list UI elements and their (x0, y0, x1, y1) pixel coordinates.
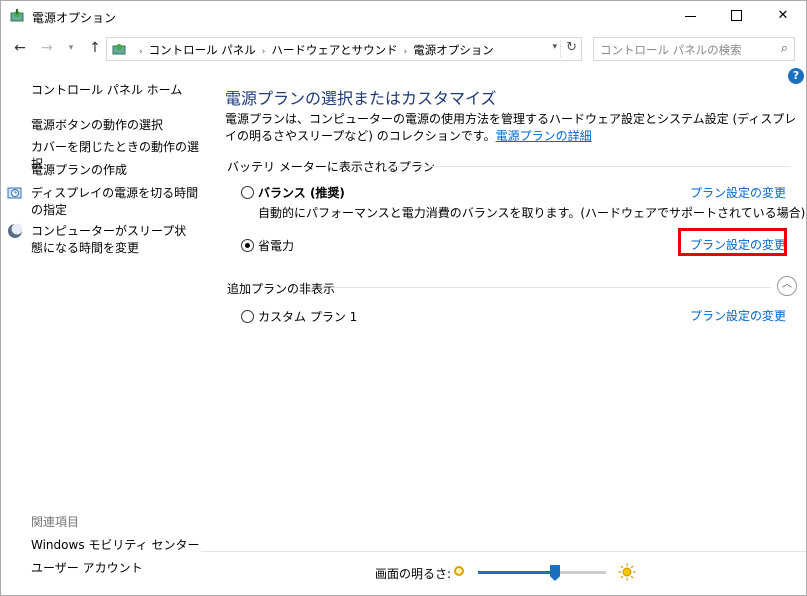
highlight-box (678, 228, 787, 256)
maximize-button[interactable] (714, 1, 760, 31)
slider-thumb[interactable] (550, 565, 560, 581)
sidebar: コントロール パネル ホーム 電源ボタンの動作の選択 カバーを閉じたときの動作の… (1, 63, 201, 595)
minimize-icon (685, 16, 696, 17)
address-dropdown-chevron-icon[interactable]: ▾ (552, 42, 557, 52)
display-clock-icon (7, 187, 22, 199)
sidebar-item-sleep-time[interactable]: コンピューターがスリープ状態になる時間を変更 (31, 223, 193, 257)
change-plan-link-custom-1[interactable]: プラン設定の変更 (690, 307, 786, 324)
close-icon: ✕ (777, 8, 789, 23)
radio-balanced[interactable] (241, 186, 254, 199)
sidebar-item-create-plan[interactable]: 電源プランの作成 (31, 162, 127, 179)
plan-balanced[interactable]: バランス (推奨) (241, 184, 345, 201)
search-input[interactable]: コントロール パネルの検索 ⌕ (593, 37, 795, 61)
power-options-icon (10, 9, 24, 22)
plan-name: カスタム プラン 1 (258, 310, 358, 324)
plan-description: 自動的にパフォーマンスと電力消費のバランスを取ります。(ハードウェアでサポートさ… (258, 206, 806, 220)
plan-power-saver[interactable]: 省電力 (241, 237, 294, 254)
search-placeholder: コントロール パネルの検索 (600, 43, 742, 57)
main-content: 電源プランの選択またはカスタマイズ 電源プランは、コンピューターの電源の使用方法… (201, 63, 806, 595)
sidebar-item-display-off[interactable]: ディスプレイの電源を切る時間の指定 (31, 185, 201, 219)
recent-locations-chevron-icon[interactable]: ▾ (61, 38, 81, 58)
collapse-chevron-up-icon[interactable]: ︿ (777, 276, 797, 296)
plan-name: 省電力 (258, 239, 295, 253)
dim-brightness-icon (454, 566, 464, 576)
forward-arrow-icon[interactable]: → (37, 38, 57, 58)
breadcrumb-separator-icon[interactable]: › (404, 47, 408, 57)
power-options-icon (112, 44, 126, 55)
breadcrumb: › コントロール パネル › ハードウェアとサウンド › 電源オプション (133, 42, 494, 58)
group-divider (391, 166, 791, 167)
search-icon[interactable]: ⌕ (781, 41, 788, 56)
page-description: 電源プランは、コンピューターの電源の使用方法を管理するハードウェア設定とシステム… (225, 111, 800, 145)
brightness-slider[interactable] (478, 565, 606, 581)
slider-fill (478, 571, 555, 574)
plan-details-link[interactable]: 電源プランの詳細 (496, 129, 592, 143)
refresh-icon[interactable]: ↻ (566, 40, 577, 55)
bright-sun-icon (618, 563, 636, 581)
plan-custom-1[interactable]: カスタム プラン 1 (241, 308, 357, 325)
title-bar: 電源オプション ✕ (1, 1, 806, 31)
breadcrumb-separator-icon[interactable]: › (262, 47, 266, 57)
address-divider (560, 40, 561, 58)
breadcrumb-item[interactable]: コントロール パネル (149, 43, 256, 57)
back-arrow-icon[interactable]: ← (10, 38, 30, 58)
hidden-plans-header: 追加プランの非表示 (227, 282, 336, 296)
breadcrumb-item[interactable]: 電源オプション (413, 43, 494, 57)
address-bar[interactable]: › コントロール パネル › ハードウェアとサウンド › 電源オプション ▾ ↻ (106, 37, 582, 61)
maximize-icon (731, 10, 742, 21)
sidebar-home-link[interactable]: コントロール パネル ホーム (31, 82, 182, 99)
sleep-moon-icon (8, 223, 23, 238)
group-divider (331, 287, 771, 288)
up-arrow-icon[interactable]: ↑ (85, 38, 105, 58)
minimize-button[interactable] (668, 1, 714, 31)
breadcrumb-item[interactable]: ハードウェアとサウンド (271, 43, 397, 57)
brightness-label: 画面の明るさ: (375, 567, 452, 581)
sidebar-item-power-button[interactable]: 電源ボタンの動作の選択 (31, 117, 163, 134)
breadcrumb-separator-icon: › (139, 47, 143, 57)
plan-name: バランス (推奨) (258, 186, 345, 200)
window-title: 電源オプション (32, 11, 117, 25)
related-header: 関連項目 (31, 515, 80, 529)
related-link-mobility-center[interactable]: Windows モビリティ センター (31, 537, 199, 554)
page-title: 電源プランの選択またはカスタマイズ (225, 89, 497, 108)
power-options-window: 電源オプション ✕ ← → ▾ ↑ › コントロール パネル › ハードウェアとサウン… (0, 0, 807, 596)
change-plan-link-balanced[interactable]: プラン設定の変更 (690, 184, 786, 201)
navigation-bar: ← → ▾ ↑ › コントロール パネル › ハードウェアとサウンド › 電源オプション … (1, 34, 806, 62)
radio-custom-1[interactable] (241, 310, 254, 323)
related-link-user-accounts[interactable]: ユーザー アカウント (31, 560, 143, 577)
radio-power-saver[interactable] (241, 239, 254, 252)
bottom-divider (201, 551, 806, 552)
close-button[interactable]: ✕ (760, 1, 806, 31)
